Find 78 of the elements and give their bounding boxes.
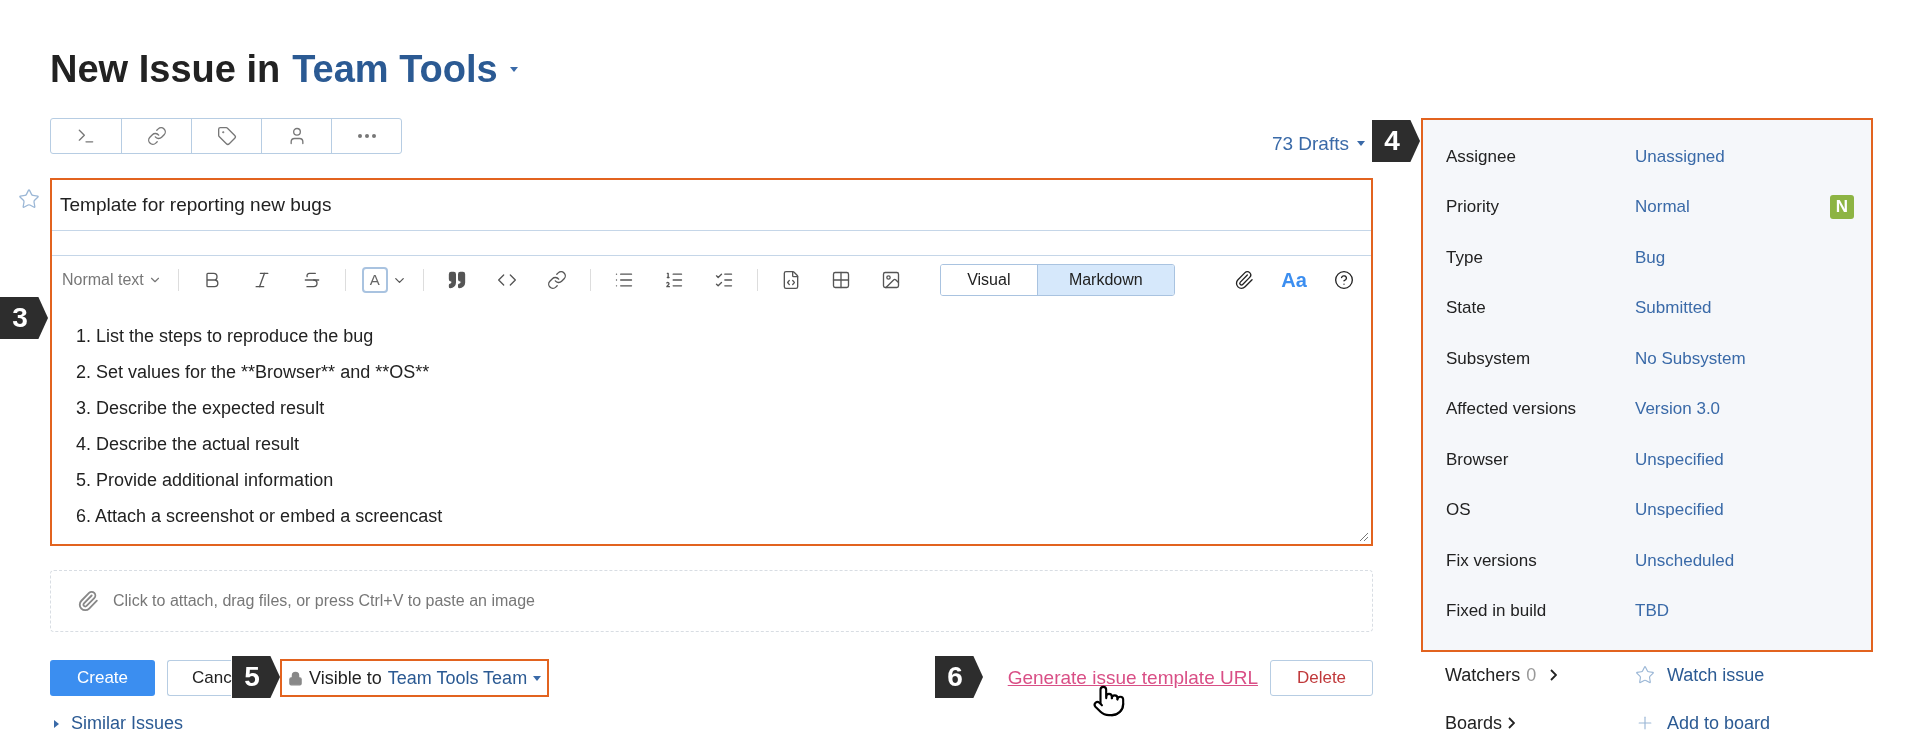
resize-handle-icon (1359, 532, 1369, 542)
field-label: Browser (1446, 448, 1510, 471)
terminal-icon (76, 126, 96, 146)
star-icon (18, 188, 40, 210)
description-line: 6. Attach a screenshot or embed a screencast (76, 505, 443, 528)
field-label: Fixed in build (1446, 600, 1548, 622)
chevron-right-icon (1550, 669, 1558, 681)
field-label: Type (1446, 246, 1484, 269)
description-line: 5. Provide additional information (76, 469, 334, 492)
field-value[interactable]: Unspecified (1635, 446, 1724, 472)
description-line: 1. List the steps to reproduce the bug (76, 325, 374, 348)
field-label: Subsystem (1446, 347, 1532, 370)
paperclip-icon (77, 590, 99, 612)
field-value[interactable]: No Subsystem (1635, 345, 1746, 371)
visibility-group: Team Tools Team (387, 664, 528, 692)
lock-icon (288, 670, 303, 686)
field-value[interactable]: Version 3.0 (1635, 396, 1721, 422)
watchers-link[interactable]: Watchers 0 (1445, 661, 1635, 689)
field-label: State (1446, 297, 1487, 319)
watchers-count: 0 (1526, 663, 1537, 687)
callout-marker: 4 (1372, 120, 1420, 162)
tag-icon (216, 126, 237, 146)
text-style-dropdown[interactable]: Normal text (62, 268, 162, 292)
field-label: Assignee (1446, 145, 1517, 168)
description-line: 4. Describe the actual result (76, 433, 300, 456)
mode-tab[interactable]: Markdown (1036, 265, 1174, 295)
font-color-button[interactable]: A (361, 267, 388, 293)
field-label: Affected versions (1446, 398, 1578, 420)
font-button[interactable]: Aa (1277, 265, 1311, 295)
add-to-board-button[interactable]: Add to board (1635, 709, 1771, 737)
paperclip-icon (1234, 270, 1254, 290)
callout-marker: 3 (0, 297, 48, 339)
callout-marker: 5 (232, 656, 280, 698)
link-icon (146, 126, 167, 146)
boards-link[interactable]: Boards (1445, 709, 1635, 737)
watch-issue-button[interactable]: Watch issue (1635, 661, 1765, 689)
link-icon (546, 270, 567, 290)
star-icon (1635, 665, 1655, 685)
cancel-button[interactable]: Canc (167, 660, 231, 696)
chevron-right-icon (1508, 717, 1516, 729)
attachment-dropzone[interactable]: Click to attach, drag files, or press Ctrl+V to paste an image (50, 570, 1373, 632)
hand-cursor-icon (1092, 684, 1126, 718)
expand-caret-icon (54, 719, 59, 728)
description-line: 2. Set values for the **Browser** and **OS** (76, 361, 430, 384)
field-value[interactable]: Bug (1635, 244, 1666, 270)
project-link[interactable]: Team Tools (292, 46, 498, 92)
field-value[interactable]: TBD (1635, 598, 1669, 624)
visibility-label: Visible to (309, 666, 382, 690)
field-label: Fix versions (1446, 549, 1538, 572)
callout-marker: 6 (935, 656, 983, 698)
summary-field[interactable]: Template for reporting new bugs (52, 180, 1371, 231)
field-value[interactable]: Unspecified (1635, 497, 1724, 523)
table-icon (830, 270, 851, 290)
drafts-dropdown[interactable]: 73 Drafts (1271, 129, 1365, 158)
create-button[interactable]: Create (50, 660, 155, 696)
field-value[interactable]: Unscheduled (1635, 547, 1735, 573)
caret-icon (509, 66, 518, 72)
more-icon (357, 134, 376, 138)
numbered-list-icon (663, 270, 684, 290)
field-label: OS (1446, 499, 1472, 521)
delete-button[interactable]: Delete (1270, 660, 1373, 696)
quote-icon (446, 270, 467, 290)
field-label: Priority (1446, 196, 1500, 218)
caret-icon (1357, 141, 1365, 147)
caret-icon (533, 675, 542, 681)
field-value[interactable]: Unassigned (1635, 143, 1725, 169)
image-icon (880, 270, 901, 290)
template-url-link[interactable]: Generate issue template URL (1007, 663, 1258, 693)
field-value[interactable]: Normal (1635, 194, 1690, 220)
field-value[interactable]: Submitted (1635, 295, 1712, 321)
attach-hint: Click to attach, drag files, or press Ctrl+V to paste an image (113, 591, 535, 611)
checklist-icon (713, 270, 734, 290)
description-line: 3. Describe the expected result (76, 397, 325, 420)
priority-badge: N (1830, 194, 1854, 219)
title-text: New Issue in (50, 47, 281, 92)
help-icon (1334, 270, 1354, 290)
similar-issues-toggle[interactable]: Similar Issues (54, 710, 184, 737)
visibility-selector[interactable]: Visible to Team Tools Team (280, 659, 550, 697)
